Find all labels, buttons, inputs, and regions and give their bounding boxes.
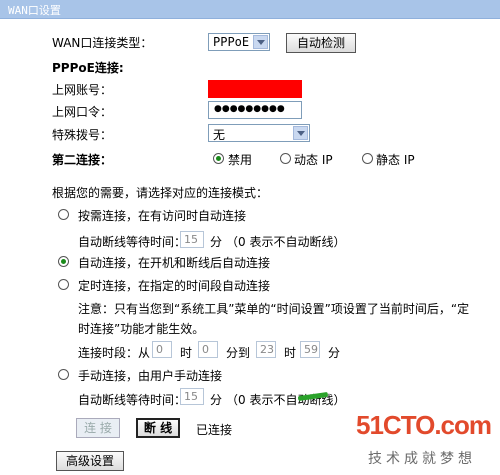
min-unit-label: 分 bbox=[328, 346, 341, 360]
password-label: 上网口令： bbox=[52, 105, 113, 119]
manual-connect-label: 手动连接，由用户手动连接 bbox=[78, 369, 223, 383]
to-min-input[interactable]: 59 bbox=[300, 341, 320, 358]
title-bar: WAN口设置 bbox=[0, 0, 500, 19]
ondemand-label: 按需连接，在有访问时自动连接 bbox=[78, 209, 247, 223]
second-dynamic-ip-radio[interactable] bbox=[280, 153, 291, 164]
pppoe-section-label: PPPoE连接: bbox=[52, 61, 124, 75]
ondemand-radio[interactable] bbox=[58, 209, 69, 220]
password-input[interactable]: ●●●●●●●●● bbox=[208, 101, 302, 119]
auto-detect-button[interactable]: 自动检测 bbox=[286, 33, 356, 53]
account-input-redacted[interactable] bbox=[208, 80, 302, 98]
window-title: WAN口设置 bbox=[8, 4, 61, 17]
timed-connect-radio[interactable] bbox=[58, 279, 69, 290]
min-to-label: 分到 bbox=[226, 346, 251, 360]
period-label: 连接时段：从 bbox=[78, 346, 151, 360]
connection-status: 已连接 bbox=[196, 423, 233, 437]
hour-unit-2: 时 bbox=[284, 346, 297, 360]
dial-select[interactable]: 无 bbox=[208, 124, 310, 142]
dial-label: 特殊拨号： bbox=[52, 128, 113, 142]
connect-button[interactable]: 连 接 bbox=[76, 418, 120, 438]
account-label: 上网账号： bbox=[52, 83, 113, 97]
mode-prompt: 根据您的需要，请选择对应的连接模式： bbox=[52, 186, 269, 200]
to-hour-input[interactable]: 23 bbox=[256, 341, 276, 358]
brand-watermark: 51CTO.com bbox=[356, 410, 492, 440]
wan-type-value: PPPoE bbox=[213, 35, 250, 49]
timed-note-line1: 注意：只有当您到“系统工具”菜单的“时间设置”项设置了当前时间后，“定 bbox=[78, 302, 470, 316]
second-connection-label: 第二连接： bbox=[52, 153, 113, 167]
disconnect-button[interactable]: 断 线 bbox=[136, 418, 180, 438]
wan-type-label: WAN口连接类型： bbox=[52, 36, 153, 50]
from-min-input[interactable]: 0 bbox=[198, 341, 218, 358]
slogan-watermark: 技术成就梦想 bbox=[368, 451, 476, 467]
ondemand-idle-unit: 分 bbox=[210, 235, 223, 249]
chevron-down-icon[interactable] bbox=[253, 35, 268, 49]
timed-note-line2: 时连接”功能才能生效。 bbox=[78, 322, 205, 336]
dial-value: 无 bbox=[213, 128, 226, 142]
manual-idle-input[interactable]: 15 bbox=[180, 388, 204, 405]
second-static-ip-radio[interactable] bbox=[362, 153, 373, 164]
chevron-down-icon[interactable] bbox=[293, 126, 308, 140]
auto-connect-radio[interactable] bbox=[58, 256, 69, 267]
hour-unit-1: 时 bbox=[180, 346, 193, 360]
second-disabled-radio[interactable] bbox=[213, 153, 224, 164]
wan-type-select[interactable]: PPPoE bbox=[208, 33, 270, 51]
password-mask: ●●●●●●●●● bbox=[214, 104, 285, 114]
ondemand-idle-note: （0 表示不自动断线） bbox=[226, 235, 346, 249]
ondemand-idle-input[interactable]: 15 bbox=[180, 231, 204, 248]
auto-connect-label: 自动连接，在开机和断线后自动连接 bbox=[78, 256, 271, 270]
from-hour-input[interactable]: 0 bbox=[152, 341, 172, 358]
ondemand-idle-label: 自动断线等待时间： bbox=[78, 235, 187, 249]
manual-idle-unit: 分 bbox=[210, 393, 223, 407]
timed-connect-label: 定时连接，在指定的时间段自动连接 bbox=[78, 279, 271, 293]
advanced-settings-button[interactable]: 高级设置 bbox=[56, 451, 124, 471]
second-disabled-label: 禁用 bbox=[228, 153, 253, 167]
second-dynamic-ip-label: 动态 IP bbox=[294, 153, 333, 167]
second-static-ip-label: 静态 IP bbox=[376, 153, 415, 167]
manual-connect-radio[interactable] bbox=[58, 369, 69, 380]
manual-idle-label: 自动断线等待时间： bbox=[78, 393, 187, 407]
